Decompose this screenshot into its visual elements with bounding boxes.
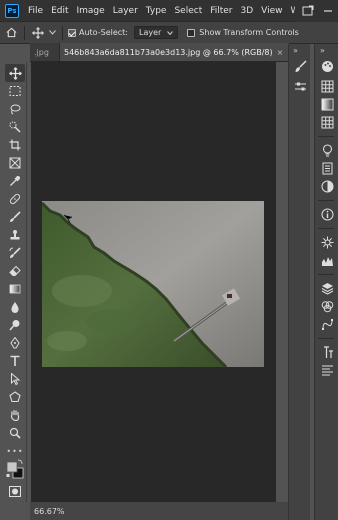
home-icon[interactable] (4, 27, 18, 38)
tools-panel: ••• (3, 62, 27, 502)
color-panel-icon[interactable] (319, 58, 336, 75)
histogram-panel-icon[interactable] (319, 252, 336, 269)
frame-tool-icon[interactable] (5, 154, 25, 172)
divider (318, 136, 334, 137)
crop-tool-icon[interactable] (5, 136, 25, 154)
menu-3d[interactable]: 3D (237, 6, 258, 16)
arrange-documents-icon[interactable] (300, 3, 316, 19)
dodge-tool-icon[interactable] (5, 316, 25, 334)
shape-tool-icon[interactable] (5, 388, 25, 406)
panel-dock-column-1: » (288, 44, 310, 520)
menu-edit[interactable]: Edit (47, 6, 72, 16)
menu-view[interactable]: View (257, 6, 286, 16)
tab-active-document[interactable]: 546b843a6da811b73a0e3d13.jpg @ 66.7% (RG… (60, 43, 290, 61)
menu-file[interactable]: File (24, 6, 47, 16)
divider (24, 25, 25, 40)
divider (62, 25, 63, 40)
menu-layer[interactable]: Layer (109, 6, 142, 16)
menu-select[interactable]: Select (170, 6, 206, 16)
patterns-panel-icon[interactable] (319, 114, 336, 131)
character-panel-icon[interactable] (319, 344, 336, 361)
menu-bar: Ps File Edit Image Layer Type Select Fil… (0, 0, 338, 22)
panel-dock-column-2: » (314, 44, 338, 520)
adjustments-panel-icon[interactable] (319, 178, 336, 195)
menu-image[interactable]: Image (73, 6, 109, 16)
healing-brush-icon[interactable] (5, 190, 25, 208)
status-bar: 66.67% (30, 502, 290, 520)
paragraph-panel-icon[interactable] (319, 362, 336, 379)
zoom-tool-icon[interactable] (5, 424, 25, 442)
auto-select-label: Auto-Select: (79, 28, 128, 37)
zoom-level[interactable]: 66.67% (34, 507, 65, 516)
chevron-down-icon[interactable] (47, 30, 57, 35)
gradient-tool-icon[interactable] (5, 280, 25, 298)
chevron-down-icon (167, 30, 174, 35)
info-panel-icon[interactable] (319, 206, 336, 223)
blur-tool-icon[interactable] (5, 298, 25, 316)
eraser-tool-icon[interactable] (5, 262, 25, 280)
divider (318, 228, 334, 229)
lasso-tool-icon[interactable] (5, 100, 25, 118)
close-tab-icon[interactable]: × (277, 48, 284, 57)
history-brush-panel-icon[interactable] (292, 58, 309, 75)
layers-panel-icon[interactable] (319, 280, 336, 297)
swatches-panel-icon[interactable] (319, 78, 336, 95)
divider (318, 200, 334, 201)
pen-tool-icon[interactable] (5, 334, 25, 352)
learn-panel-icon[interactable] (319, 142, 336, 159)
auto-select-target-value: Layer (138, 28, 162, 37)
expand-panels-icon[interactable]: » (293, 46, 298, 55)
show-transform-checkbox[interactable] (187, 28, 196, 37)
photoshop-window: Ps File Edit Image Layer Type Select Fil… (0, 0, 338, 520)
collapse-panels-icon[interactable]: » (320, 46, 325, 55)
history-brush-icon[interactable] (5, 244, 25, 262)
auto-select-checkbox[interactable] (68, 28, 76, 37)
divider (318, 274, 334, 275)
paths-panel-icon[interactable] (319, 316, 336, 333)
minimize-icon[interactable] (320, 3, 336, 19)
type-tool-icon[interactable] (5, 352, 25, 370)
tab-previous-document[interactable]: .jpg (30, 43, 60, 61)
properties-sliders-icon[interactable] (292, 78, 309, 95)
photoshop-logo: Ps (5, 3, 19, 18)
window-controls (295, 0, 338, 22)
path-select-icon[interactable] (5, 370, 25, 388)
color-swatches-icon[interactable] (5, 458, 25, 480)
show-transform-label: Show Transform Controls (199, 28, 299, 37)
hand-tool-icon[interactable] (5, 406, 25, 424)
tab-label: .jpg (34, 47, 49, 57)
document-tab-bar: .jpg 546b843a6da811b73a0e3d13.jpg @ 66.7… (30, 43, 290, 62)
channels-panel-icon[interactable] (319, 298, 336, 315)
move-tool-preset-icon[interactable] (31, 26, 45, 39)
gradients-panel-icon[interactable] (319, 96, 336, 113)
quick-mask-icon[interactable] (5, 482, 25, 500)
navigator-panel-icon[interactable] (319, 234, 336, 251)
options-bar: Auto-Select: Layer Show Transform Contro… (0, 22, 338, 44)
marquee-tool-icon[interactable] (5, 82, 25, 100)
clone-stamp-icon[interactable] (5, 226, 25, 244)
brush-tool-icon[interactable] (5, 208, 25, 226)
quick-select-tool-icon[interactable] (5, 118, 25, 136)
tab-label: 546b843a6da811b73a0e3d13.jpg @ 66.7% (RG… (64, 47, 273, 57)
eyedropper-tool-icon[interactable] (5, 172, 25, 190)
menu-type[interactable]: Type (142, 6, 171, 16)
divider (318, 338, 334, 339)
auto-select-target-dropdown[interactable]: Layer (133, 26, 179, 39)
document-image[interactable] (42, 201, 264, 367)
libraries-panel-icon[interactable] (319, 160, 336, 177)
menu-filter[interactable]: Filter (206, 6, 236, 16)
move-tool-icon[interactable] (5, 64, 25, 82)
